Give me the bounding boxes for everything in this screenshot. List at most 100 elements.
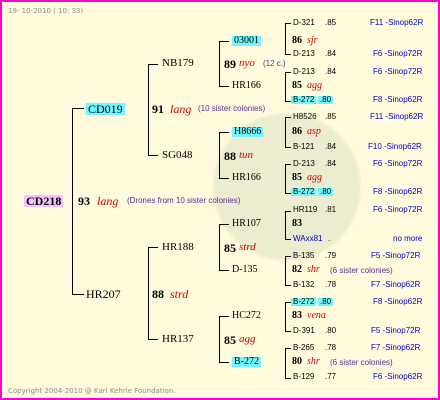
tree-line-g4-5-top xyxy=(285,211,291,212)
gen3-b272-number: 80 xyxy=(292,356,302,367)
gen4-3-ref: F6 -Sinop72R xyxy=(373,67,423,76)
gen3-b272-breed: shr xyxy=(307,356,320,367)
gen4-7-ref: F6 -Sinop72R xyxy=(373,159,423,168)
gen4-13-id[interactable]: B-272 xyxy=(291,298,317,306)
root-breed: lang xyxy=(97,194,119,208)
copyright-label: Copyright 2004-2010 @ Karl Kehrle Founda… xyxy=(8,387,176,395)
gen3-b272[interactable]: B-272 xyxy=(232,357,261,367)
tree-line-g4-7 xyxy=(285,302,286,331)
tree-line-g4-8-top xyxy=(285,348,291,349)
gen4-7-id[interactable]: D-213 xyxy=(293,160,315,168)
gen3-d135[interactable]: D-135 xyxy=(232,265,258,275)
tree-line-g4-3-bottom xyxy=(285,147,291,148)
gen2-hr188-number: 85 xyxy=(224,241,236,255)
gen2-hr137-breed: agg xyxy=(239,333,256,345)
tree-line-g4-3 xyxy=(285,117,286,147)
gen4-7-val: .84 xyxy=(325,159,337,168)
tree-line-cd019-top xyxy=(148,64,158,65)
gen4-5-val: .85 xyxy=(325,112,337,121)
gen2-hr188[interactable]: HR188 xyxy=(162,242,194,253)
gen4-8-id[interactable]: B-272 xyxy=(291,188,317,196)
gen1-cd019-breed: lang xyxy=(170,102,192,116)
gen4-13-val: .80 xyxy=(318,297,334,306)
gen4-4-id[interactable]: B-272 xyxy=(291,96,317,104)
gen4-6-id[interactable]: B-121 xyxy=(293,143,314,151)
tree-line-sg048 xyxy=(219,132,220,178)
gen4-9-val: .81 xyxy=(325,205,337,214)
tree-line-hr137 xyxy=(219,316,220,362)
tree-line-g4-8 xyxy=(285,348,286,378)
gen4-15-ref: F7 -Sinop62R xyxy=(371,343,421,352)
gen4-2-id[interactable]: D-213 xyxy=(293,50,315,58)
gen3-h8666-number: 86 xyxy=(292,126,302,137)
pedigree-frame: 19- 10-2010 ( 10: 33) CD218 93 lang (Dro… xyxy=(0,0,440,400)
tree-line-g4-2-top xyxy=(285,72,291,73)
gen4-3-id[interactable]: D-213 xyxy=(293,68,315,76)
gen2-hr137[interactable]: HR137 xyxy=(162,334,194,345)
tree-line-g4-5 xyxy=(285,211,286,239)
gen3-hr166-b-breed: agg xyxy=(307,172,322,183)
gen4-5-ref: F11 -Sinop62R xyxy=(370,112,424,121)
gen3-b272-note: (6 sister colonies) xyxy=(330,358,393,367)
gen4-14-id[interactable]: D-391 xyxy=(293,327,315,335)
gen3-03001-breed: sjr xyxy=(307,35,318,46)
gen4-4-ref: F8 -Sinop62R xyxy=(373,95,423,104)
gen3-d135-breed: shr xyxy=(307,264,320,275)
gen3-hr107[interactable]: HR107 xyxy=(232,219,261,229)
tree-line-g4-5-bottom xyxy=(285,239,291,240)
gen1-cd019[interactable]: CD019 xyxy=(86,103,125,115)
tree-line-nb179 xyxy=(219,41,220,86)
gen3-hr107-number: 83 xyxy=(292,218,302,229)
tree-line-nb179-bottom xyxy=(219,86,229,87)
root-colony-id[interactable]: CD218 xyxy=(24,195,64,207)
gen3-hr166-b[interactable]: HR166 xyxy=(232,173,261,183)
tree-line-hr137-top xyxy=(219,316,229,317)
gen3-03001[interactable]: 03001 xyxy=(232,36,261,46)
gen4-1-ref: F11 -Sinop62R xyxy=(370,18,424,27)
gen2-sg048[interactable]: SG048 xyxy=(162,150,193,161)
gen3-hr166-a[interactable]: HR166 xyxy=(232,81,261,91)
gen4-12-ref: F7 -Sinop62R xyxy=(371,280,421,289)
gen1-hr207[interactable]: HR207 xyxy=(86,288,121,300)
gen3-03001-number: 86 xyxy=(292,35,302,46)
root-generation: 93 xyxy=(78,194,90,208)
gen4-6-ref: F10 -Sinop62R xyxy=(368,142,422,151)
gen4-10-id[interactable]: WAxx81 xyxy=(293,235,323,243)
tree-line-g4-1 xyxy=(285,23,286,54)
tree-line-root xyxy=(72,108,73,294)
gen4-10-ref: no more xyxy=(393,234,423,243)
gen3-hr166-a-breed: agg xyxy=(307,80,322,91)
gen4-9-id[interactable]: HR119 xyxy=(293,206,317,214)
tree-line-cd019-bottom xyxy=(148,155,158,156)
tree-line-g4-6-bottom xyxy=(285,285,291,286)
gen3-h8666-breed: asp xyxy=(307,126,321,137)
tree-line-g4-1-top xyxy=(285,23,291,24)
tree-line-g4-6-top xyxy=(285,256,291,257)
tree-line-g4-4-top xyxy=(285,164,291,165)
tree-line-hr188 xyxy=(219,224,220,270)
gen4-11-id[interactable]: B-135 xyxy=(293,252,314,260)
tree-line-hr207-bottom xyxy=(148,339,158,340)
gen4-8-ref: F8 -Sinop62R xyxy=(373,187,423,196)
gen4-12-val: .78 xyxy=(325,280,337,289)
tree-line-g4-7-bottom xyxy=(285,331,291,332)
gen4-12-id[interactable]: B-132 xyxy=(293,281,314,289)
gen3-hc272-breed: vena xyxy=(307,310,326,321)
tree-line-g4-4 xyxy=(285,164,286,193)
gen4-5-id[interactable]: H8526 xyxy=(293,113,317,121)
gen4-1-id[interactable]: D-321 xyxy=(293,19,315,27)
tree-line-root-top xyxy=(72,108,84,109)
gen2-hr137-number: 85 xyxy=(224,333,236,347)
tree-line-g4-6 xyxy=(285,256,286,285)
background-decoration xyxy=(172,37,402,337)
gen3-h8666[interactable]: H8666 xyxy=(232,127,264,137)
gen4-15-id[interactable]: B-265 xyxy=(293,344,314,352)
gen4-8-val: .80 xyxy=(318,187,334,196)
gen4-13-ref: F8 -Sinop62R xyxy=(373,297,423,306)
gen4-16-id[interactable]: B-129 xyxy=(293,373,314,381)
gen2-nb179-breed: nyo xyxy=(239,57,255,69)
gen2-nb179[interactable]: NB179 xyxy=(162,58,194,69)
gen3-hc272[interactable]: HC272 xyxy=(232,311,261,321)
gen4-11-ref: F5 -Sinop72R xyxy=(371,251,421,260)
gen2-sg048-breed: tun xyxy=(239,149,254,161)
